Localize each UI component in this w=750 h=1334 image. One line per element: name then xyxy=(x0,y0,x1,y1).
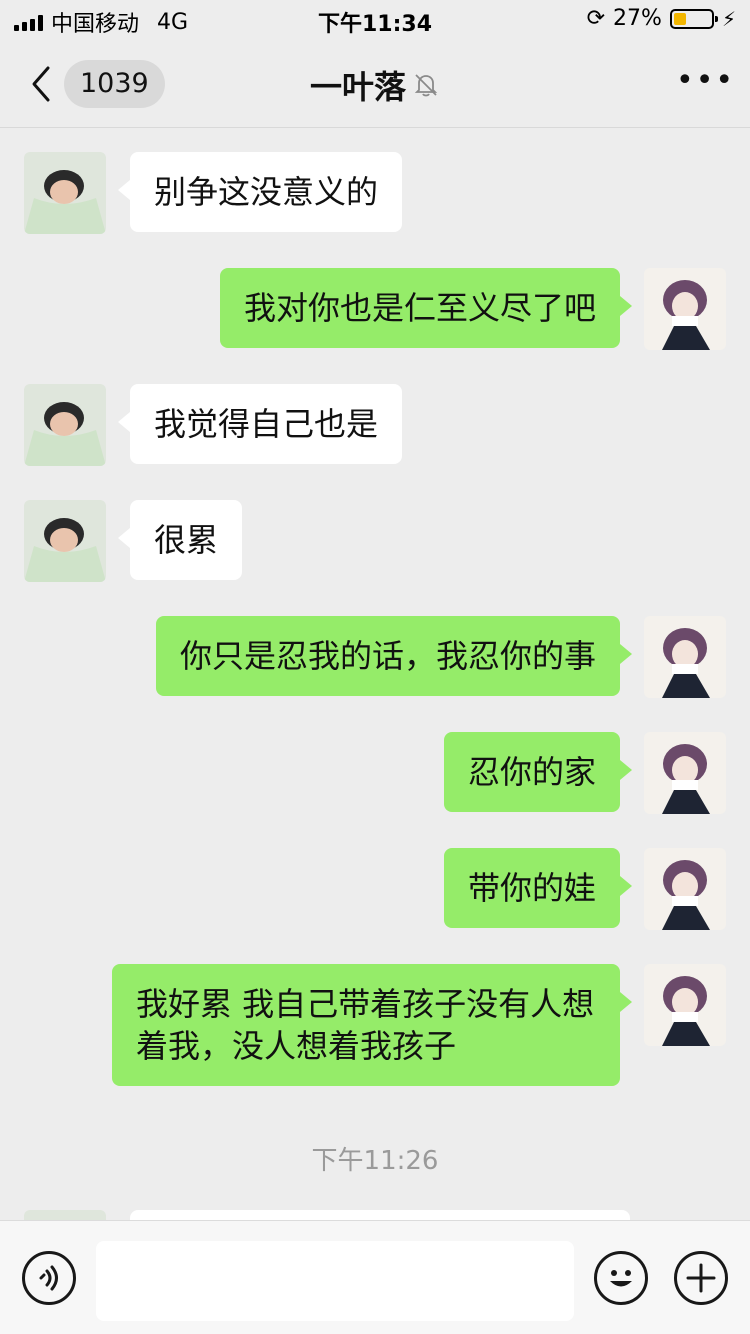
message-bubble[interactable]: 很累 xyxy=(117,500,243,580)
plus-button[interactable] xyxy=(674,1251,728,1305)
self-avatar[interactable] xyxy=(644,848,726,930)
emoji-button[interactable] xyxy=(594,1251,648,1305)
contact-avatar[interactable] xyxy=(24,384,106,466)
input-bar xyxy=(0,1220,750,1334)
more-icon: ••• xyxy=(676,63,736,98)
rotation-lock-icon: ⟳ xyxy=(586,6,606,31)
self-avatar[interactable] xyxy=(644,964,726,1046)
status-bar: 中国移动 4G 下午11:34 ⟳ 27% ⚡ xyxy=(0,0,750,40)
message-list[interactable]: 别争这没意义的 我对你也是仁至义尽了吧 我觉得自己也是 很累 你只是忍我的话，我… xyxy=(0,128,750,1220)
self-avatar[interactable] xyxy=(644,616,726,698)
message-bubble[interactable]: 我好累 我自己带着孩子没有人想着我，没人想着我孩子 xyxy=(112,964,632,1086)
charging-icon: ⚡ xyxy=(721,6,736,31)
voice-button[interactable] xyxy=(22,1251,76,1305)
battery-group: ⟳ 27% ⚡ xyxy=(587,6,736,31)
message-bubble[interactable]: 我觉得自己也是 xyxy=(117,384,403,464)
contact-avatar[interactable] xyxy=(24,500,106,582)
bell-off-icon xyxy=(414,74,438,97)
message-bubble[interactable]: 别争这没意义的 xyxy=(117,152,403,232)
voice-icon xyxy=(39,1265,58,1291)
chat-title-group: 一叶落 xyxy=(0,62,750,108)
message-input[interactable] xyxy=(96,1241,574,1321)
self-avatar[interactable] xyxy=(644,268,726,350)
chat-title: 一叶落 xyxy=(309,68,406,106)
message-bubble[interactable]: 带你的娃 xyxy=(443,848,633,928)
chat-header: 1039 一叶落 ••• xyxy=(0,40,750,128)
self-avatar[interactable] xyxy=(644,732,726,814)
battery-percent: 27% xyxy=(613,6,662,31)
more-button[interactable]: ••• xyxy=(676,66,733,102)
message-bubble[interactable]: 我对你也是仁至义尽了吧 xyxy=(219,268,633,348)
contact-avatar[interactable] xyxy=(24,152,106,234)
message-bubble-partial[interactable] xyxy=(130,1210,630,1220)
emoji-icon xyxy=(610,1270,632,1287)
contact-avatar[interactable] xyxy=(24,1210,106,1220)
time-separator: 下午11:26 xyxy=(311,1146,439,1176)
plus-icon xyxy=(686,1263,716,1293)
message-bubble[interactable]: 你只是忍我的话，我忍你的事 xyxy=(155,616,633,696)
message-bubble[interactable]: 忍你的家 xyxy=(443,732,633,812)
battery-icon xyxy=(669,8,718,29)
